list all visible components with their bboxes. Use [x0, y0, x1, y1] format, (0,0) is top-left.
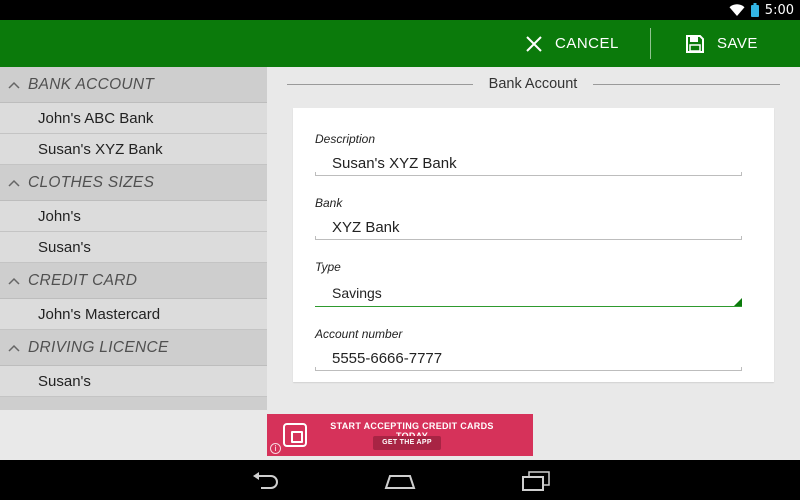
sidebar-group-clothes-sizes[interactable]: CLOTHES SIZES	[0, 165, 267, 201]
sidebar-item-susans-xyz-bank[interactable]: Susan's XYZ Bank	[0, 134, 267, 165]
home-icon	[384, 475, 416, 489]
wifi-icon	[729, 4, 745, 16]
sidebar-group-driving-licence[interactable]: DRIVING LICENCE	[0, 330, 267, 366]
ad-info-icon[interactable]: i	[270, 443, 281, 454]
sidebar-group-bank-account[interactable]: BANK ACCOUNT	[0, 67, 267, 103]
cancel-button-label: CANCEL	[555, 35, 619, 52]
chevron-up-icon	[8, 277, 20, 285]
ad-area: i START ACCEPTING CREDIT CARDS TODAY GET…	[0, 410, 800, 460]
bank-input[interactable]	[315, 213, 742, 241]
section-divider	[593, 84, 780, 85]
clock: 5:00	[764, 2, 794, 18]
action-bar-divider	[650, 28, 651, 59]
chevron-up-icon	[8, 81, 20, 89]
status-icons: 5:00	[729, 2, 794, 18]
ad-banner[interactable]: i START ACCEPTING CREDIT CARDS TODAY GET…	[267, 414, 533, 456]
chevron-up-icon	[8, 344, 20, 352]
description-underline	[315, 172, 742, 176]
section-divider	[287, 84, 473, 85]
type-underline	[315, 306, 742, 307]
section-header: Bank Account	[287, 75, 780, 95]
sidebar: BANK ACCOUNT John's ABC Bank Susan's XYZ…	[0, 67, 267, 410]
bank-account-form: Description Bank Type Savings Account nu…	[293, 108, 774, 382]
sidebar-group-label: DRIVING LICENCE	[28, 338, 169, 356]
battery-icon	[750, 3, 759, 17]
sidebar-group-label: CREDIT CARD	[28, 271, 138, 289]
navigation-bar	[0, 460, 800, 500]
sidebar-bottom-fill	[0, 410, 267, 460]
dropdown-triangle-icon	[734, 298, 742, 306]
detail-pane: Bank Account Description Bank Type Savin…	[267, 67, 800, 410]
account-number-underline	[315, 367, 742, 371]
save-button[interactable]: SAVE	[685, 20, 758, 67]
type-select[interactable]: Savings	[315, 280, 742, 306]
status-bar: 5:00	[0, 0, 800, 20]
account-number-label: Account number	[315, 327, 403, 341]
floppy-disk-icon	[686, 34, 704, 53]
sidebar-item-susans-licence[interactable]: Susan's	[0, 366, 267, 397]
sidebar-group-label: BANK ACCOUNT	[28, 75, 155, 93]
sidebar-item-johns-mastercard[interactable]: John's Mastercard	[0, 299, 267, 330]
save-button-label: SAVE	[717, 35, 758, 52]
cancel-button[interactable]: CANCEL	[525, 20, 619, 67]
type-label: Type	[315, 260, 341, 274]
sidebar-group-label: CLOTHES SIZES	[28, 173, 155, 191]
type-select-value: Savings	[332, 285, 382, 301]
back-icon	[253, 472, 278, 489]
account-number-input[interactable]	[315, 344, 742, 372]
recents-icon	[522, 471, 550, 491]
sidebar-item-johns-clothes[interactable]: John's	[0, 201, 267, 232]
bank-label: Bank	[315, 196, 343, 210]
sidebar-item-susans-clothes[interactable]: Susan's	[0, 232, 267, 263]
back-button[interactable]	[248, 468, 284, 494]
description-label: Description	[315, 132, 376, 146]
action-bar: CANCEL SAVE	[0, 20, 800, 67]
section-title: Bank Account	[488, 76, 578, 92]
sidebar-group-credit-card[interactable]: CREDIT CARD	[0, 263, 267, 299]
square-logo-icon	[283, 423, 307, 447]
recents-button[interactable]	[518, 468, 554, 494]
ad-cta-button[interactable]: GET THE APP	[373, 436, 441, 450]
description-input[interactable]	[315, 149, 742, 177]
sidebar-item-johns-abc-bank[interactable]: John's ABC Bank	[0, 103, 267, 134]
chevron-up-icon	[8, 179, 20, 187]
close-icon	[526, 35, 542, 52]
bank-underline	[315, 236, 742, 240]
sidebar-group-partial[interactable]	[0, 397, 267, 410]
home-button[interactable]	[382, 468, 418, 494]
